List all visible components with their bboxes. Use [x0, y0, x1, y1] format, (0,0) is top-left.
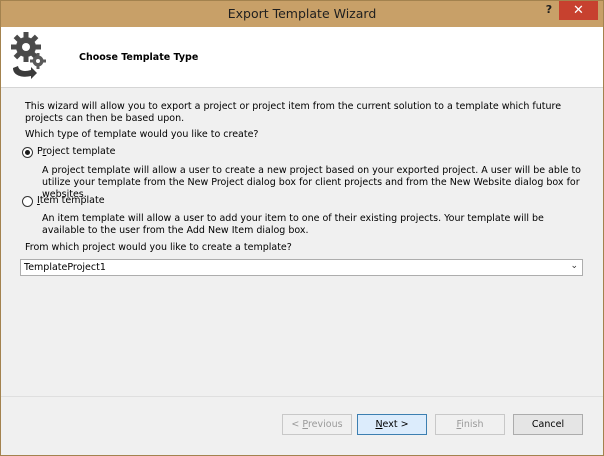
template-type-question: Which type of template would you like to…	[25, 129, 259, 140]
intro-text: This wizard will allow you to export a p…	[25, 101, 562, 124]
project-template-description: A project template will allow a user to …	[42, 165, 581, 200]
radio-button-checked[interactable]	[22, 147, 33, 158]
project-question: From which project would you like to cre…	[25, 242, 292, 253]
chevron-down-icon[interactable]: ⌄	[570, 261, 578, 271]
close-button[interactable]: ✕	[559, 1, 598, 20]
project-select[interactable]: TemplateProject1 ⌄	[20, 259, 583, 276]
export-template-wizard-window: Export Template Wizard ? ✕ Choose Templa…	[0, 0, 604, 456]
help-button[interactable]: ?	[542, 3, 556, 17]
finish-button[interactable]: Finish	[435, 414, 505, 435]
next-button[interactable]: Next >	[357, 414, 427, 435]
gear-arrow-icon	[11, 32, 46, 79]
footer-divider	[1, 396, 603, 397]
wizard-header: Choose Template Type	[1, 27, 603, 88]
previous-button[interactable]: < Previous	[282, 414, 352, 435]
window-title: Export Template Wizard	[227, 6, 377, 21]
project-template-label[interactable]: Project template	[37, 146, 115, 157]
cancel-button[interactable]: Cancel	[513, 414, 583, 435]
close-icon: ✕	[573, 3, 584, 18]
item-template-description: An item template will allow a user to ad…	[42, 213, 544, 236]
title-bar[interactable]: Export Template Wizard ? ✕	[1, 1, 603, 27]
page-title: Choose Template Type	[79, 52, 199, 63]
radio-button-unchecked[interactable]	[22, 196, 33, 207]
item-template-label[interactable]: Item template	[37, 195, 105, 206]
project-select-value: TemplateProject1	[24, 262, 106, 273]
